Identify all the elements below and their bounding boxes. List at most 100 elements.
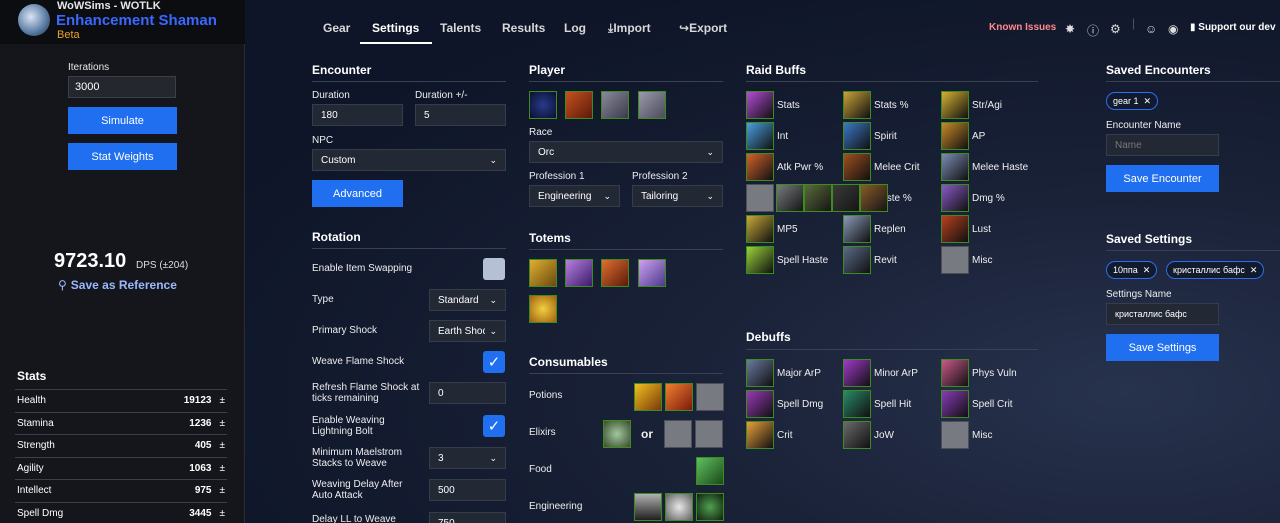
tab-export[interactable]: ↪Export	[679, 21, 727, 35]
shield-icon[interactable]	[529, 91, 557, 119]
sapper-icon[interactable]	[665, 493, 693, 521]
stat-toggle[interactable]: ±	[220, 395, 226, 406]
spell-crit-option-icon[interactable]	[776, 184, 804, 212]
encounter-name-input[interactable]: Name	[1106, 134, 1219, 156]
str-agi-icon[interactable]	[941, 91, 969, 119]
spell-haste-icon[interactable]	[746, 246, 774, 274]
potion-icon[interactable]	[665, 383, 693, 411]
prof1-select[interactable]: Engineering ⌄	[529, 185, 620, 207]
spell-hit-icon[interactable]	[843, 390, 871, 418]
gear-icon[interactable]: ⚙	[1110, 22, 1121, 36]
stats-icon[interactable]	[746, 91, 774, 119]
tab-log[interactable]: Log	[564, 21, 586, 35]
stat-toggle[interactable]: ±	[220, 463, 226, 474]
saved-settings-chip[interactable]: 10ппа ✕	[1106, 261, 1158, 279]
saved-encounter-chip[interactable]: gear 1 ✕	[1106, 92, 1159, 110]
melee-haste-icon[interactable]	[941, 153, 969, 181]
misc-icon[interactable]	[941, 246, 969, 274]
refresh-flame-input[interactable]: 0	[429, 382, 506, 404]
spell-crit-option-icon[interactable]	[804, 184, 832, 212]
food-icon[interactable]	[696, 457, 724, 485]
weave-flame-checkbox[interactable]: ✓	[483, 351, 505, 373]
tab-gear[interactable]: Gear	[323, 21, 350, 35]
fire-totem-icon[interactable]	[601, 259, 629, 287]
lust-icon[interactable]	[941, 215, 969, 243]
duration-var-input[interactable]: 5	[415, 104, 506, 126]
mp5-icon[interactable]	[746, 215, 774, 243]
stat-weights-button[interactable]: Stat Weights	[68, 143, 177, 170]
bloodlust-buff-icon[interactable]	[565, 91, 593, 119]
int-icon[interactable]	[746, 122, 774, 150]
npc-select[interactable]: Custom ⌄	[312, 149, 506, 171]
support-link[interactable]: ▮ Support our dev	[1190, 22, 1276, 33]
stat-toggle[interactable]: ±	[220, 440, 226, 451]
min-maelstrom-select[interactable]: 3 ⌄	[429, 447, 506, 469]
replen-icon[interactable]	[843, 215, 871, 243]
saved-settings-chip[interactable]: кристаллис бафс ✕	[1166, 261, 1265, 279]
close-icon[interactable]: ✕	[1143, 265, 1151, 276]
weave-delay-input[interactable]: 500	[429, 479, 506, 501]
advanced-button[interactable]: Advanced	[312, 180, 403, 207]
ap-icon[interactable]	[941, 122, 969, 150]
tab-import[interactable]: ⤓Import	[608, 21, 651, 36]
help-icon[interactable]: ⓘ	[1087, 22, 1099, 39]
stat-toggle[interactable]: ±	[220, 508, 226, 519]
simulate-button[interactable]: Simulate	[68, 107, 177, 134]
major-arp-icon[interactable]	[746, 359, 774, 387]
race-select[interactable]: Orc ⌄	[529, 141, 723, 163]
primary-shock-select[interactable]: Earth Shock ⌄	[429, 320, 506, 342]
save-reference-link[interactable]: ⚲ Save as Reference	[58, 278, 177, 292]
melee-crit-icon[interactable]	[843, 153, 871, 181]
crit-icon[interactable]	[746, 421, 774, 449]
earth-totem-icon[interactable]	[529, 259, 557, 287]
potion-icon[interactable]	[634, 383, 662, 411]
save-settings-button[interactable]: Save Settings	[1106, 334, 1219, 361]
discord-icon[interactable]: ☺	[1145, 22, 1157, 36]
spell-crit-option-icon[interactable]	[832, 184, 860, 212]
item-swap-checkbox[interactable]	[483, 258, 505, 280]
elixir-icon[interactable]	[603, 420, 631, 448]
tab-results[interactable]: Results	[502, 21, 545, 35]
sim-title[interactable]: Enhancement Shaman	[56, 12, 217, 29]
empty-slot[interactable]	[695, 420, 723, 448]
duration-input[interactable]: 180	[312, 104, 403, 126]
axe-icon[interactable]	[601, 91, 629, 119]
water-totem-icon[interactable]	[638, 259, 666, 287]
dmg--icon[interactable]	[941, 184, 969, 212]
totem-call-icon[interactable]	[529, 295, 557, 323]
github-icon[interactable]: ◉	[1168, 22, 1178, 36]
phys-vuln-icon[interactable]	[941, 359, 969, 387]
revit-icon[interactable]	[843, 246, 871, 274]
close-icon[interactable]: ✕	[1144, 96, 1152, 107]
bug-icon[interactable]: ✸	[1065, 22, 1075, 36]
known-issues-link[interactable]: Known Issues	[989, 22, 1056, 33]
spell-crit-icon[interactable]	[941, 390, 969, 418]
weaving-lb-checkbox[interactable]: ✓	[483, 415, 505, 437]
delay-ll-input[interactable]: 750	[429, 512, 506, 523]
type-select[interactable]: Standard ⌄	[429, 289, 506, 311]
stat-toggle[interactable]: ±	[220, 418, 226, 429]
stat-toggle[interactable]: ±	[220, 485, 226, 496]
jow-icon[interactable]	[843, 421, 871, 449]
empty-slot[interactable]	[664, 420, 692, 448]
tab-talents[interactable]: Talents	[440, 21, 481, 35]
explosive-icon[interactable]	[634, 493, 662, 521]
close-icon[interactable]: ✕	[1250, 265, 1258, 276]
iterations-input[interactable]: 3000	[68, 76, 176, 98]
prof2-select[interactable]: Tailoring ⌄	[632, 185, 723, 207]
tab-settings[interactable]: Settings	[372, 21, 419, 35]
atk-pwr--icon[interactable]	[746, 153, 774, 181]
air-totem-icon[interactable]	[565, 259, 593, 287]
save-encounter-button[interactable]: Save Encounter	[1106, 165, 1219, 192]
settings-name-input[interactable]: кристаллис бафс	[1106, 303, 1219, 325]
spell-crit-icon[interactable]	[746, 184, 774, 212]
misc-icon[interactable]	[941, 421, 969, 449]
stats--icon[interactable]	[843, 91, 871, 119]
minor-arp-icon[interactable]	[843, 359, 871, 387]
axe-icon[interactable]	[638, 91, 666, 119]
gear-bomb-icon[interactable]	[696, 493, 724, 521]
spirit-icon[interactable]	[843, 122, 871, 150]
spell-crit-option-icon[interactable]	[860, 184, 888, 212]
empty-slot[interactable]	[696, 383, 724, 411]
spell-dmg-icon[interactable]	[746, 390, 774, 418]
